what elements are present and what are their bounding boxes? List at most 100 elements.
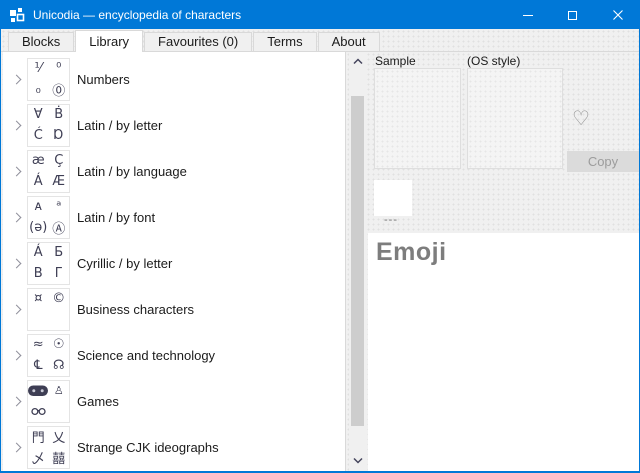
tree-item-strange-cjk-ideographs[interactable]: 門乂乄囍 Strange CJK ideographs <box>3 424 345 470</box>
glyph-cell: ₀ <box>28 79 49 100</box>
minimize-icon <box>523 15 533 16</box>
color-swatch <box>374 180 412 216</box>
tree-item-latin-by-language[interactable]: æÇÁÆ Latin / by language <box>3 148 345 194</box>
tree-item-label: Latin / by font <box>77 210 155 225</box>
tree-item-label: Latin / by language <box>77 164 187 179</box>
category-glyphs-icon: ♙ <box>27 380 70 423</box>
tree-item-label: Numbers <box>77 72 130 87</box>
titlebar: Unicodia — encyclopedia of characters <box>0 1 640 29</box>
category-glyphs-icon: 門乂乄囍 <box>27 426 70 469</box>
glyph-cell: ⁰ <box>49 59 70 80</box>
glyph-cell: В <box>28 263 49 284</box>
glyph-cell: Á <box>28 171 49 192</box>
maximize-button[interactable] <box>550 1 595 29</box>
glyph-cell: Ɒ <box>49 125 70 146</box>
close-icon <box>613 10 623 20</box>
glyph-cell: æ <box>28 151 49 172</box>
glyph-cell: © <box>49 289 70 310</box>
glyph-cell: ≈ <box>28 335 49 356</box>
window-controls <box>505 1 640 29</box>
glyph-cell: Á <box>28 243 49 264</box>
glyph-cell: ᵃ <box>49 197 70 218</box>
glyph-cell: Ḃ <box>49 105 70 126</box>
category-glyphs-icon: ⅟⁰₀⓪ <box>27 58 70 101</box>
expand-chevron-icon[interactable] <box>12 258 22 268</box>
tree-item-latin-by-letter[interactable]: ⱯḂĆⱰ Latin / by letter <box>3 102 345 148</box>
library-pane: ⅟⁰₀⓪NumbersⱯḂĆⱰLatin / by letteræÇÁÆLati… <box>1 51 639 472</box>
glyph-cell: ☉ <box>49 335 70 356</box>
tab-bar: Blocks Library Favourites (0) Terms Abou… <box>1 29 639 51</box>
sample-label: Sample <box>375 54 416 68</box>
glyph-cell <box>28 309 49 330</box>
glyph-cell: ¤ <box>28 289 49 310</box>
scroll-down-icon[interactable] <box>353 457 363 464</box>
library-tree: ⅟⁰₀⓪NumbersⱯḂĆⱰLatin / by letteræÇÁÆLati… <box>3 52 346 472</box>
section-heading: Emoji <box>376 238 639 267</box>
os-style-label: (OS style) <box>467 54 520 68</box>
tree-item-cyrillic-by-letter[interactable]: ÁБВГ Cyrillic / by letter <box>3 240 345 286</box>
sample-preview-box <box>374 68 461 169</box>
tree-item-science-and-technology[interactable]: ≈☉℄☊ Science and technology <box>3 332 345 378</box>
close-button[interactable] <box>595 1 640 29</box>
glyph-cell: 乄 <box>28 447 49 468</box>
domino-icon <box>28 401 49 422</box>
category-glyphs-icon: ᴀᵃ(ə)Ⓐ <box>27 196 70 239</box>
expand-chevron-icon[interactable] <box>12 396 22 406</box>
expand-chevron-icon[interactable] <box>12 304 22 314</box>
expand-chevron-icon[interactable] <box>12 212 22 222</box>
tab-blocks[interactable]: Blocks <box>8 32 74 51</box>
tree-item-numbers[interactable]: ⅟⁰₀⓪ Numbers <box>3 56 345 102</box>
tree-item-label: Business characters <box>77 302 194 317</box>
app-logo-icon <box>9 7 25 23</box>
tab-terms[interactable]: Terms <box>253 32 316 51</box>
glyph-cell: (ə) <box>28 217 49 238</box>
glyph-cell: ⅟ <box>28 59 49 80</box>
window-title: Unicodia — encyclopedia of characters <box>33 8 241 22</box>
gamepad-icon <box>28 381 49 402</box>
scrollbar-thumb[interactable] <box>351 96 364 426</box>
os-style-preview-box <box>467 68 563 169</box>
tree-item-games[interactable]: ♙ Games <box>3 378 345 424</box>
copy-button[interactable]: Copy <box>567 151 639 172</box>
glyph-cell: 乂 <box>49 427 70 448</box>
tab-library[interactable]: Library <box>75 30 143 52</box>
expand-chevron-icon[interactable] <box>12 120 22 130</box>
detail-panel: Sample (OS style) ♡ Copy --- Emoji <box>367 52 639 473</box>
tree-item-label: Science and technology <box>77 348 215 363</box>
tree-item-latin-by-font[interactable]: ᴀᵃ(ə)Ⓐ Latin / by font <box>3 194 345 240</box>
glyph-cell: Æ <box>49 171 70 192</box>
glyph-cell: Б <box>49 243 70 264</box>
app-window: Unicodia — encyclopedia of characters Bl… <box>0 0 640 473</box>
minimize-button[interactable] <box>505 1 550 29</box>
tree-item-label: Latin / by letter <box>77 118 162 133</box>
tab-favourites[interactable]: Favourites (0) <box>144 32 252 51</box>
category-glyphs-icon: æÇÁÆ <box>27 150 70 193</box>
favourite-heart-icon[interactable]: ♡ <box>568 105 594 131</box>
expand-chevron-icon[interactable] <box>12 166 22 176</box>
tab-about[interactable]: About <box>318 32 380 51</box>
tree-item-label: Games <box>77 394 119 409</box>
expand-chevron-icon[interactable] <box>12 442 22 452</box>
tree-item-label: Strange CJK ideographs <box>77 440 219 455</box>
glyph-cell: ⓪ <box>49 79 70 100</box>
glyph-cell: ☊ <box>49 355 70 376</box>
maximize-icon <box>568 11 577 20</box>
glyph-cell: ℄ <box>28 355 49 376</box>
glyph-cell: Ç <box>49 151 70 172</box>
expand-chevron-icon[interactable] <box>12 350 22 360</box>
glyph-cell: Ⓐ <box>49 217 70 238</box>
category-glyphs-icon: ¤© <box>27 288 70 331</box>
expand-chevron-icon[interactable] <box>12 74 22 84</box>
glyph-cell <box>49 401 70 422</box>
glyph-cell: 門 <box>28 427 49 448</box>
category-glyphs-icon: ÁБВГ <box>27 242 70 285</box>
scroll-up-icon[interactable] <box>353 58 363 65</box>
tree-item-business-characters[interactable]: ¤© Business characters <box>3 286 345 332</box>
tree-item-label: Cyrillic / by letter <box>77 256 172 271</box>
category-glyphs-icon: ≈☉℄☊ <box>27 334 70 377</box>
glyph-cell: Г <box>49 263 70 284</box>
tree-scrollbar[interactable] <box>349 52 367 473</box>
glyph-cell: Ć <box>28 125 49 146</box>
glyph-cell: ᴀ <box>28 197 49 218</box>
category-glyphs-icon: ⱯḂĆⱰ <box>27 104 70 147</box>
